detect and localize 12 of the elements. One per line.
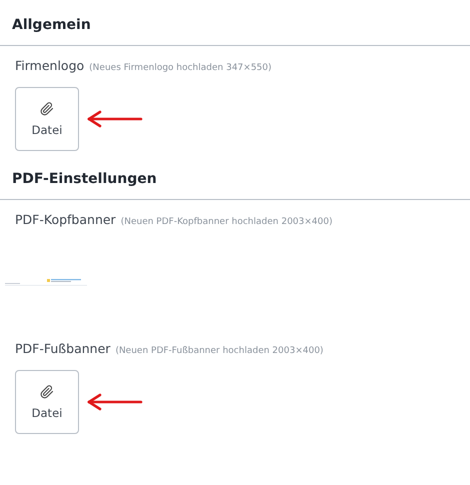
file-upload-button[interactable]: Datei — [15, 87, 79, 151]
paperclip-icon — [40, 101, 54, 117]
section-heading: PDF-Einstellungen — [0, 171, 470, 200]
field-hint: (Neuen PDF-Kopfbanner hochladen 2003×400) — [120, 217, 332, 227]
paperclip-icon — [40, 384, 54, 400]
field-label: PDF-Kopfbanner — [15, 212, 116, 227]
section-heading: Allgemein — [0, 17, 470, 46]
field-hint: (Neues Firmenlogo hochladen 347×550) — [89, 63, 272, 73]
field-hint: (Neuen PDF-Fußbanner hochladen 2003×400) — [115, 346, 324, 356]
field-label: Firmenlogo — [15, 58, 84, 73]
field-label: PDF-Fußbanner — [15, 341, 110, 356]
file-upload-button[interactable]: Datei — [15, 370, 79, 434]
